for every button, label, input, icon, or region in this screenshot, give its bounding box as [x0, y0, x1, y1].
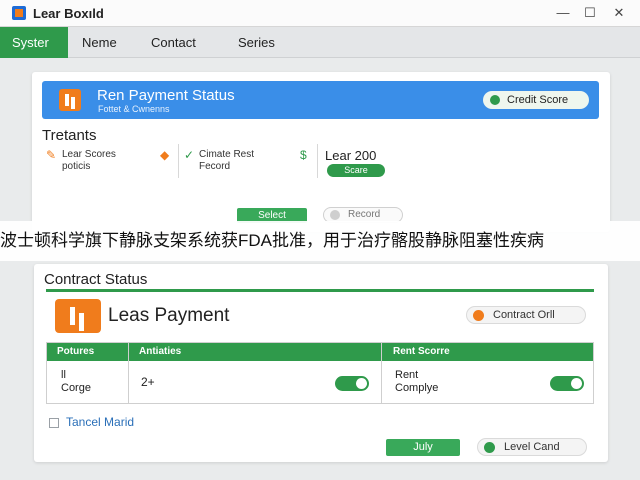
- section-title-contract-status: Contract Status: [44, 271, 148, 288]
- column-divider: [128, 343, 129, 403]
- column-header: Potures: [57, 346, 95, 357]
- cell-line: Corge: [61, 382, 91, 394]
- cell-line: Complye: [395, 382, 439, 394]
- divider: [178, 144, 179, 178]
- contract-table: Potures Antiaties Rent Scorre ll Corge 2…: [46, 342, 594, 404]
- chart-icon: [59, 89, 81, 111]
- pencil-icon: ✎: [46, 148, 57, 162]
- diamond-icon: ◆: [160, 148, 170, 162]
- lease-payment-title: Leas Payment: [108, 305, 230, 326]
- divider: [317, 144, 318, 178]
- credit-score-label: Credit Score: [507, 94, 569, 106]
- table-cell: Rent Complye: [395, 369, 438, 395]
- contract-label: Contract Orll: [493, 309, 555, 321]
- menu-item-series[interactable]: Series: [226, 27, 287, 58]
- contract-button[interactable]: Contract Orll: [466, 306, 586, 324]
- lear-score-value: Lear 200: [325, 148, 377, 163]
- chart-icon: [55, 299, 101, 333]
- cell-line: ll: [61, 369, 66, 381]
- score-badge[interactable]: Scare: [327, 164, 385, 177]
- checkbox-label[interactable]: Tancel Marid: [66, 415, 134, 429]
- item-line: Lear Scores: [62, 149, 116, 160]
- menu-bar: Syster Neme Contact Series: [0, 27, 640, 58]
- tancel-checkbox[interactable]: [49, 418, 59, 428]
- banner-subtitle: Fottet & Cwnenns: [98, 104, 170, 114]
- record-label: Record: [348, 209, 381, 220]
- item-line: Cimate Rest: [199, 149, 255, 160]
- close-icon[interactable]: ✕: [610, 4, 628, 22]
- status-dot-icon: [484, 442, 495, 453]
- menu-item-neme[interactable]: Neme: [70, 27, 129, 58]
- app-logo-icon: [12, 6, 26, 20]
- check-icon: ✓: [184, 148, 195, 162]
- activity-toggle[interactable]: [335, 376, 369, 391]
- banner-title: Ren Payment Status: [97, 87, 235, 104]
- caption-overlay: 波士顿科学旗下静脉支架系统获FDA批准，用于治疗髂股静脉阻塞性疾病: [0, 221, 640, 261]
- list-item-lear-scores: Lear Scores poticis: [62, 149, 116, 173]
- record-dot-icon: [330, 210, 340, 220]
- column-header: Antiaties: [139, 346, 182, 357]
- item-line: poticis: [62, 161, 91, 172]
- menu-item-contact[interactable]: Contact: [139, 27, 208, 58]
- status-banner: Ren Payment Status Fottet & Cwnenns Cred…: [42, 81, 599, 119]
- menu-item-syster[interactable]: Syster: [0, 27, 68, 58]
- dollar-icon: $: [300, 148, 307, 162]
- status-dot-icon: [490, 95, 500, 105]
- credit-score-button[interactable]: Credit Score: [483, 91, 589, 109]
- table-cell: ll Corge: [61, 369, 91, 395]
- table-cell: 2+: [141, 375, 155, 389]
- dollar-icon: [473, 310, 484, 321]
- july-button[interactable]: July: [386, 439, 460, 456]
- minimize-icon[interactable]: —: [554, 4, 572, 22]
- title-bar: Lear Boxıld — ☐ ✕: [0, 0, 640, 27]
- section-divider: [46, 289, 594, 292]
- column-header: Rent Scorre: [393, 346, 450, 357]
- level-card-label: Level Cand: [504, 441, 560, 453]
- cell-line: Rent: [395, 369, 419, 381]
- level-card-button[interactable]: Level Cand: [477, 438, 587, 456]
- section-title-tretants: Tretants: [42, 127, 97, 144]
- window-title: Lear Boxıld: [33, 6, 104, 21]
- column-divider: [381, 343, 382, 403]
- list-item-climate-rest: Cimate Rest Fecord: [199, 149, 254, 173]
- rent-score-toggle[interactable]: [550, 376, 584, 391]
- maximize-icon[interactable]: ☐: [581, 4, 599, 22]
- item-line: Fecord: [199, 161, 231, 172]
